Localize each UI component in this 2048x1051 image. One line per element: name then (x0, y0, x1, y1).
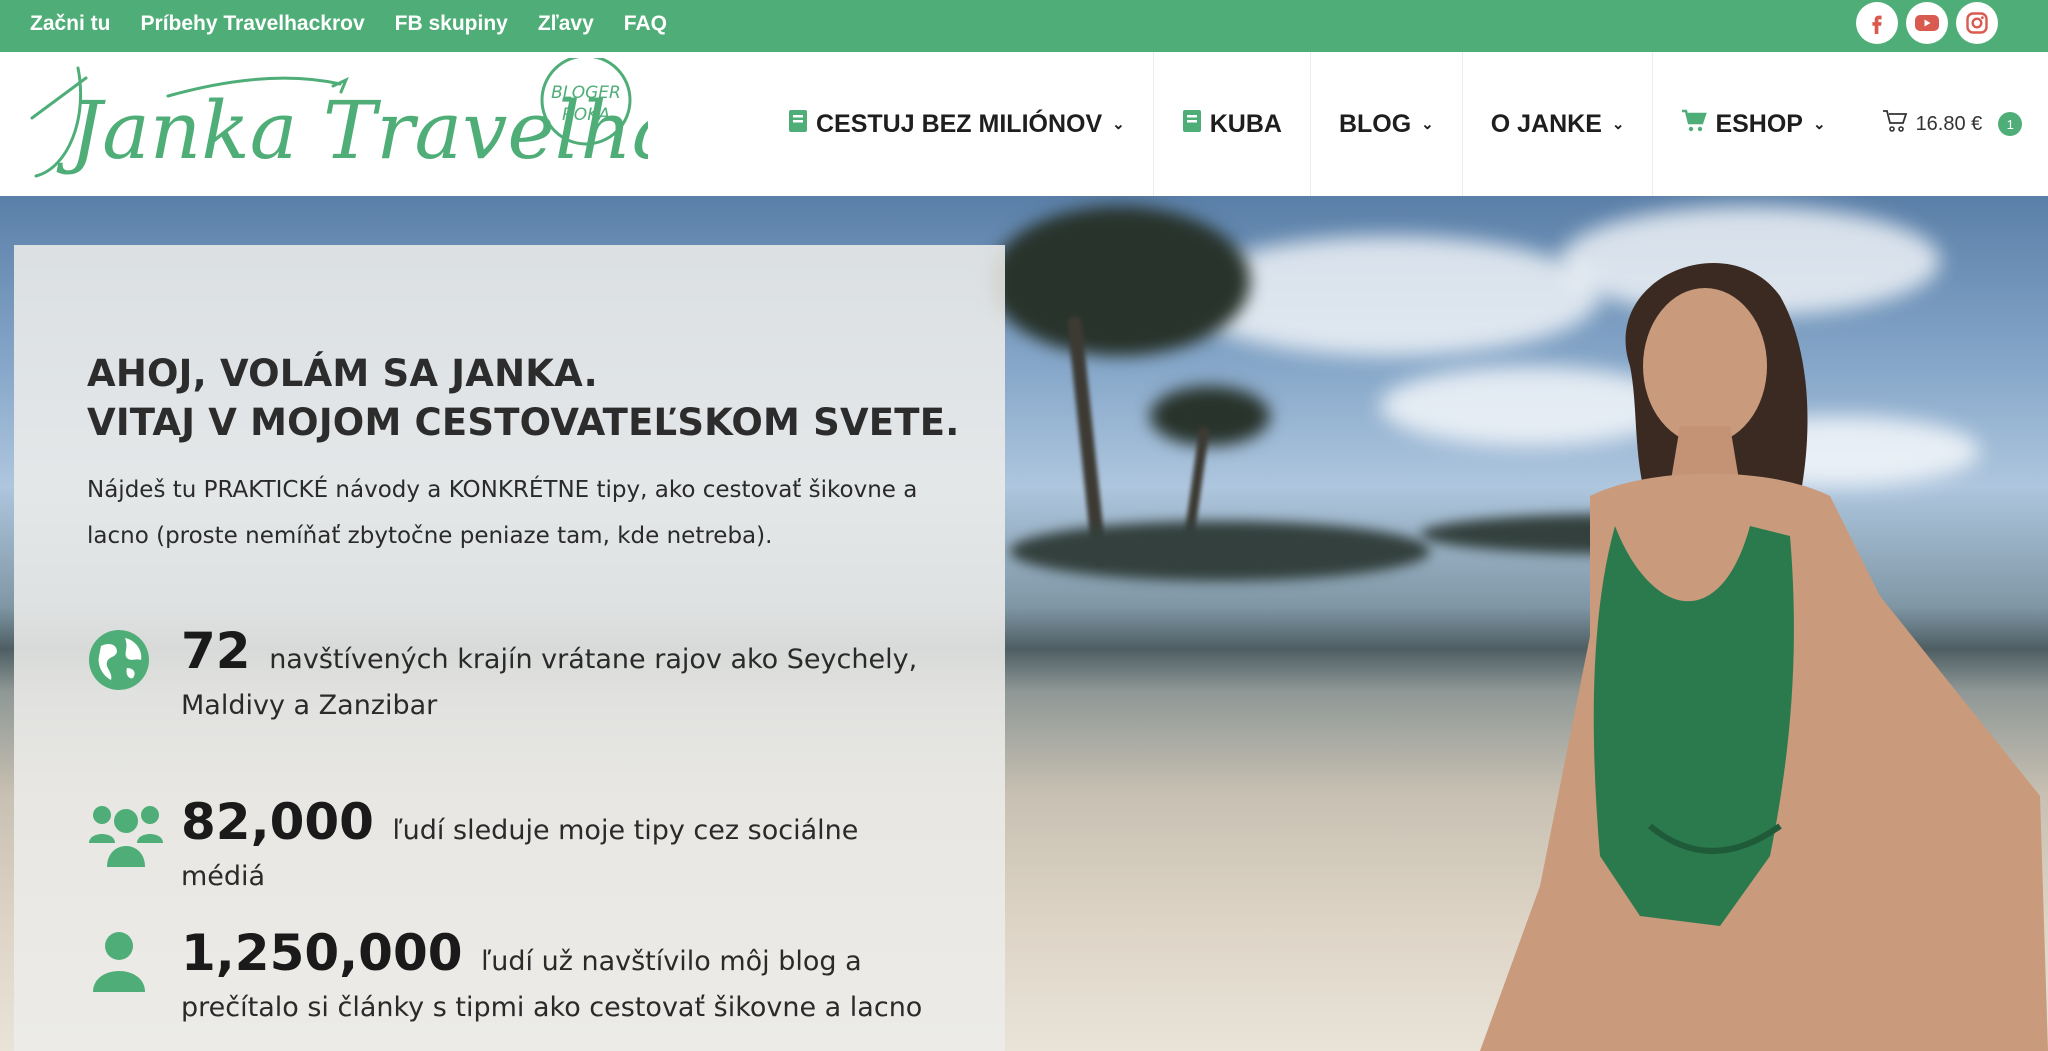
chevron-down-icon: ⌄ (1112, 116, 1125, 133)
hero-photo-woman (1480, 236, 2048, 1051)
stat-countries-number: 72 (181, 622, 251, 680)
cart-total: 16.80 € (1915, 112, 1983, 135)
top-link-pribehy[interactable]: Príbehy Travelhackrov (141, 12, 365, 36)
nav-blog[interactable]: BLOG ⌄ (1309, 52, 1462, 196)
stat-visitors: 1,250,000 ľudí už navštívilo môj blog a … (87, 928, 951, 1031)
top-bar: Začni tu Príbehy Travelhackrov FB skupin… (0, 0, 2048, 52)
cart-outline-icon (1882, 109, 1908, 139)
top-link-zlavy[interactable]: Zľavy (538, 12, 594, 36)
site-logo[interactable]: Janka Travelhacker BLOGER ROKA (28, 54, 863, 188)
group-users-icon (87, 799, 163, 867)
cart-button[interactable]: 16.80 € 1 (1854, 52, 2043, 196)
social-links (1856, 0, 1998, 46)
nav-eshop-label: ESHOP (1715, 109, 1803, 138)
chevron-down-icon: ⌄ (1421, 116, 1434, 133)
main-nav: CESTUJ BEZ MILIÓNOV ⌄ KUBA BLOG ⌄ O JANK… (760, 52, 2048, 196)
stat-countries-text: navštívených krajín vrátane rajov ako Se… (181, 644, 918, 721)
top-link-zacni-tu[interactable]: Začni tu (30, 12, 111, 36)
top-link-faq[interactable]: FAQ (624, 12, 667, 36)
stat-followers: 82,000 ľudí sleduje moje tipy cez sociál… (87, 797, 951, 900)
nav-cestuj-label: CESTUJ BEZ MILIÓNOV (816, 109, 1103, 138)
search-button[interactable] (2042, 52, 2048, 196)
logo-badge-line1: BLOGER (551, 83, 621, 103)
nav-eshop[interactable]: ESHOP ⌄ (1652, 52, 1853, 196)
stat-countries: 72 navštívených krajín vrátane rajov ako… (87, 626, 951, 729)
nav-kuba[interactable]: KUBA (1152, 52, 1310, 196)
nav-o-janke-label: O JANKE (1490, 109, 1602, 138)
nav-kuba-label: KUBA (1209, 109, 1282, 138)
instagram-icon[interactable] (1956, 2, 1998, 44)
user-icon (87, 930, 151, 994)
top-link-fb-skupiny[interactable]: FB skupiny (395, 12, 508, 36)
youtube-icon[interactable] (1906, 2, 1948, 44)
facebook-icon[interactable] (1856, 2, 1898, 44)
site-header: Janka Travelhacker BLOGER ROKA CESTUJ BE… (0, 52, 2048, 196)
stat-visitors-number: 1,250,000 (181, 924, 463, 982)
nav-cestuj-bez-milionov[interactable]: CESTUJ BEZ MILIÓNOV ⌄ (760, 52, 1153, 196)
chevron-down-icon: ⌄ (1611, 116, 1625, 133)
cart-count-badge: 1 (1998, 112, 2023, 136)
hero-title-line1: AHOJ, VOLÁM SA JANKA. (87, 352, 598, 395)
hero-title-line2: VITAJ V MOJOM CESTOVATEĽSKOM SVETE. (87, 401, 960, 444)
chevron-down-icon: ⌄ (1812, 116, 1826, 133)
hero-title: AHOJ, VOLÁM SA JANKA. VITAJ V MOJOM CEST… (87, 349, 959, 447)
stat-followers-number: 82,000 (181, 793, 374, 851)
hero-intro-text: Nájdeš tu PRAKTICKÉ návody a KONKRÉTNE t… (87, 477, 918, 549)
intro-panel: AHOJ, VOLÁM SA JANKA. VITAJ V MOJOM CEST… (14, 245, 1005, 1051)
book-icon (1182, 109, 1202, 140)
nav-o-janke[interactable]: O JANKE ⌄ (1461, 52, 1653, 196)
shopping-cart-icon (1681, 109, 1708, 140)
nav-blog-label: BLOG (1338, 109, 1412, 138)
globe-icon (87, 628, 151, 692)
hero-section: AHOJ, VOLÁM SA JANKA. VITAJ V MOJOM CEST… (0, 196, 2048, 1051)
top-links: Začni tu Príbehy Travelhackrov FB skupin… (30, 0, 667, 48)
logo-badge-line2: ROKA (562, 105, 610, 125)
book-icon (788, 109, 808, 140)
